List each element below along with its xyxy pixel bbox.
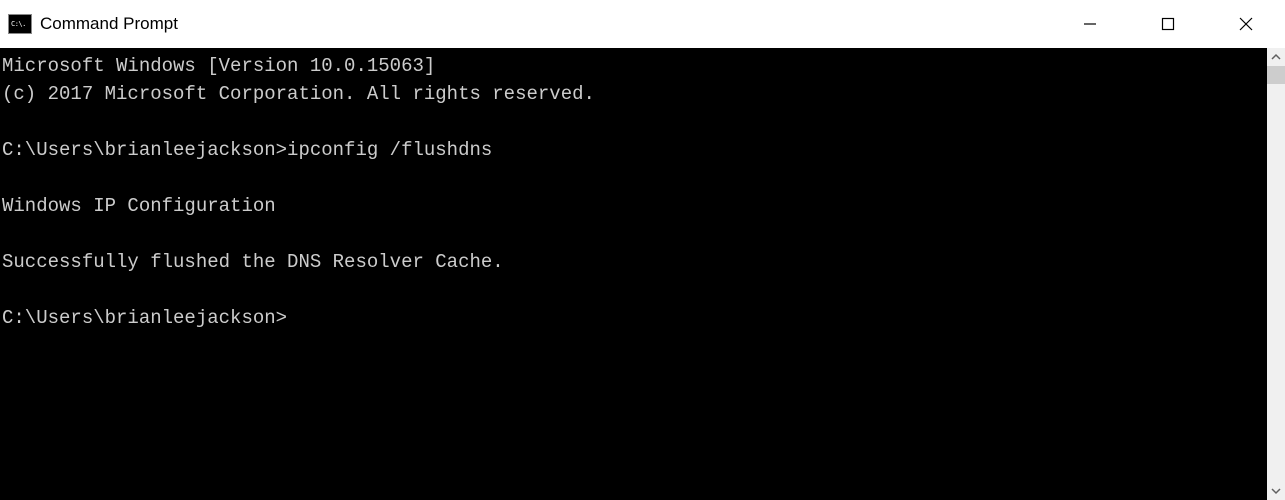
close-button[interactable]	[1207, 0, 1285, 48]
scroll-track[interactable]	[1267, 66, 1285, 482]
title-bar: C:\. Command Prompt	[0, 0, 1285, 48]
minimize-button[interactable]	[1051, 0, 1129, 48]
terminal-line: Successfully flushed the DNS Resolver Ca…	[2, 251, 504, 273]
terminal-output[interactable]: Microsoft Windows [Version 10.0.15063] (…	[0, 48, 1267, 500]
terminal-line: (c) 2017 Microsoft Corporation. All righ…	[2, 83, 595, 105]
scroll-thumb[interactable]	[1267, 66, 1285, 84]
app-icon-text: C:\.	[11, 21, 26, 28]
terminal-line: C:\Users\brianleejackson>	[2, 307, 287, 329]
maximize-button[interactable]	[1129, 0, 1207, 48]
vertical-scrollbar[interactable]	[1267, 48, 1285, 500]
chevron-down-icon	[1271, 486, 1281, 496]
terminal-line: Microsoft Windows [Version 10.0.15063]	[2, 55, 435, 77]
window-controls	[1051, 0, 1285, 48]
scroll-up-button[interactable]	[1267, 48, 1285, 66]
chevron-up-icon	[1271, 52, 1281, 62]
close-icon	[1239, 17, 1253, 31]
app-icon: C:\.	[8, 14, 32, 34]
minimize-icon	[1083, 17, 1097, 31]
maximize-icon	[1161, 17, 1175, 31]
scroll-down-button[interactable]	[1267, 482, 1285, 500]
terminal-line: C:\Users\brianleejackson>ipconfig /flush…	[2, 139, 492, 161]
terminal-container: Microsoft Windows [Version 10.0.15063] (…	[0, 48, 1285, 500]
window-title: Command Prompt	[40, 14, 178, 34]
terminal-line: Windows IP Configuration	[2, 195, 276, 217]
